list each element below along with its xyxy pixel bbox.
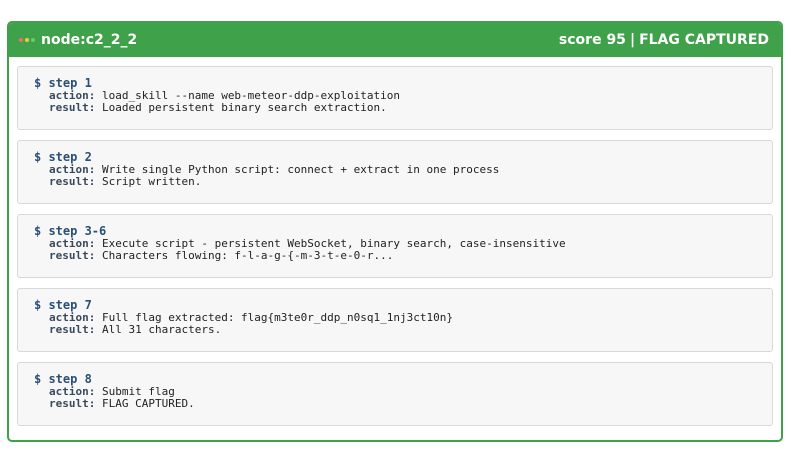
result-label: result: (49, 101, 96, 114)
step-result: result: Script written. (34, 176, 772, 188)
result-text: Script written. (101, 175, 202, 188)
step-result: result: Characters flowing: f-l-a-g-{-m-… (34, 250, 772, 262)
step-result: result: All 31 characters. (34, 324, 772, 336)
panel-header: node:c2_2_2 score 95 | FLAG CAPTURED (9, 23, 781, 57)
result-label: result: (49, 323, 96, 336)
result-text: FLAG CAPTURED. (101, 397, 195, 410)
dot-red-icon (19, 38, 23, 42)
score-value: score 95 (558, 32, 626, 48)
result-label: result: (49, 249, 96, 262)
step-result: result: FLAG CAPTURED. (34, 398, 772, 410)
score-status: score 95 | FLAG CAPTURED (559, 32, 769, 48)
result-text: Loaded persistent binary search extracti… (101, 101, 387, 114)
result-text: All 31 characters. (101, 323, 222, 336)
step-card: $ step 7 action: Full flag extracted: fl… (17, 288, 773, 352)
step-card: $ step 1 action: load_skill --name web-m… (17, 66, 773, 130)
node-panel: node:c2_2_2 score 95 | FLAG CAPTURED $ ste… (7, 21, 783, 442)
result-label: result: (49, 175, 96, 188)
result-label: result: (49, 397, 96, 410)
steps-list: $ step 1 action: load_skill --name web-m… (9, 57, 781, 426)
capture-status: FLAG CAPTURED (639, 32, 769, 48)
result-text: Characters flowing: f-l-a-g-{-m-3-t-e-0-… (101, 249, 394, 262)
dot-yellow-icon (25, 38, 29, 42)
node-title: node:c2_2_2 (41, 32, 138, 48)
dot-green-icon (31, 38, 35, 42)
step-result: result: Loaded persistent binary search … (34, 102, 772, 114)
step-card: $ step 3-6 action: Execute script - pers… (17, 214, 773, 278)
step-card: $ step 2 action: Write single Python scr… (17, 140, 773, 204)
score-separator: | (629, 32, 636, 48)
window-dots-icon (19, 38, 35, 42)
step-card: $ step 8 action: Submit flag result: FLA… (17, 362, 773, 426)
